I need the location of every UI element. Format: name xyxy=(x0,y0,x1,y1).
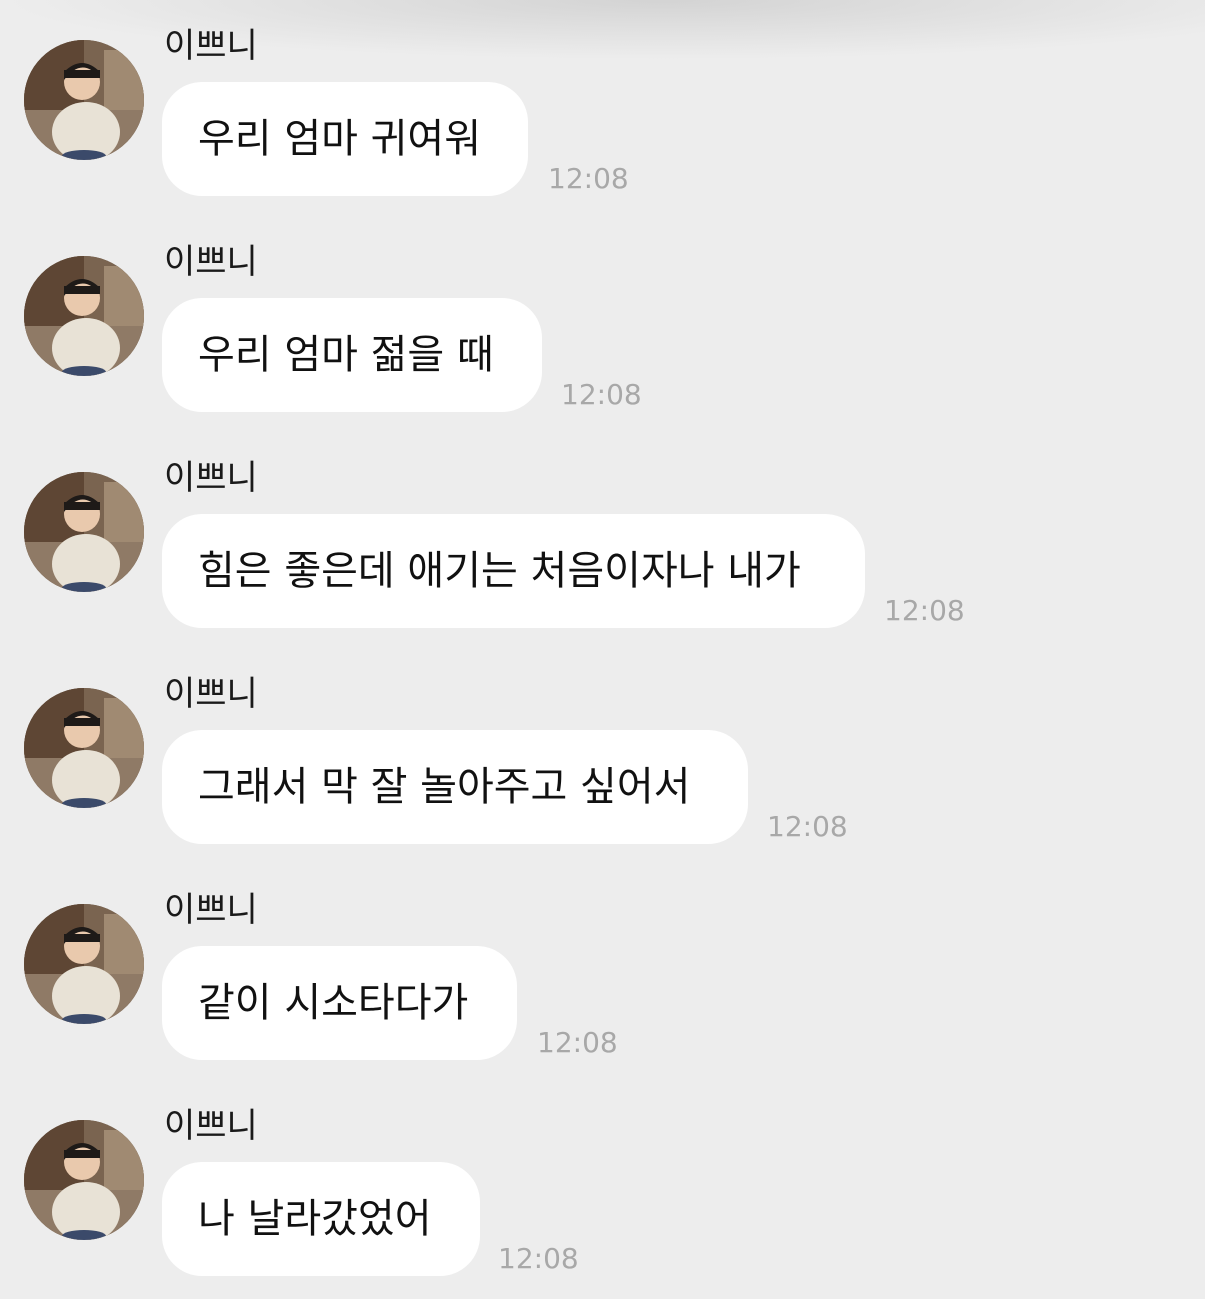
message-text: 힘은 좋은데 애기는 처음이자나 내가 xyxy=(198,548,801,594)
sender-avatar[interactable] xyxy=(24,40,144,160)
avatar-photo xyxy=(24,256,144,376)
message-bubble[interactable]: 같이 시소타다가 xyxy=(162,946,517,1060)
chat-message: 이쁘니 우리 엄마 젊을 때 12:08 xyxy=(0,216,1205,432)
message-timestamp: 12:08 xyxy=(498,1242,579,1275)
chat-message: 이쁘니 같이 시소타다가 12:08 xyxy=(0,864,1205,1080)
chat-message: 이쁘니 우리 엄마 귀여워 12:08 xyxy=(0,0,1205,216)
sender-name: 이쁘니 xyxy=(164,674,258,714)
avatar-photo xyxy=(24,904,144,1024)
message-bubble[interactable]: 힘은 좋은데 애기는 처음이자나 내가 xyxy=(162,514,865,628)
sender-avatar[interactable] xyxy=(24,688,144,808)
message-bubble[interactable]: 그래서 막 잘 놀아주고 싶어서 xyxy=(162,730,748,844)
sender-avatar[interactable] xyxy=(24,904,144,1024)
chat-message: 이쁘니 나 날라갔었어 12:08 xyxy=(0,1080,1205,1296)
sender-name: 이쁘니 xyxy=(164,26,258,66)
avatar-photo xyxy=(24,688,144,808)
message-text: 나 날라갔었어 xyxy=(198,1196,432,1242)
message-bubble[interactable]: 나 날라갔었어 xyxy=(162,1162,480,1276)
sender-avatar[interactable] xyxy=(24,256,144,376)
avatar-photo xyxy=(24,472,144,592)
message-bubble[interactable]: 우리 엄마 젊을 때 xyxy=(162,298,542,412)
message-timestamp: 12:08 xyxy=(561,378,642,411)
chat-message: 이쁘니 힘은 좋은데 애기는 처음이자나 내가 12:08 xyxy=(0,432,1205,648)
message-timestamp: 12:08 xyxy=(767,810,848,843)
message-text: 우리 엄마 젊을 때 xyxy=(198,332,494,378)
sender-avatar[interactable] xyxy=(24,1120,144,1240)
message-timestamp: 12:08 xyxy=(537,1026,618,1059)
message-text: 같이 시소타다가 xyxy=(198,980,469,1026)
sender-avatar[interactable] xyxy=(24,472,144,592)
message-timestamp: 12:08 xyxy=(548,162,629,195)
message-text: 그래서 막 잘 놀아주고 싶어서 xyxy=(198,764,691,810)
sender-name: 이쁘니 xyxy=(164,890,258,930)
sender-name: 이쁘니 xyxy=(164,458,258,498)
sender-name: 이쁘니 xyxy=(164,1106,258,1146)
avatar-photo xyxy=(24,40,144,160)
avatar-photo xyxy=(24,1120,144,1240)
chat-message: 이쁘니 그래서 막 잘 놀아주고 싶어서 12:08 xyxy=(0,648,1205,864)
message-timestamp: 12:08 xyxy=(884,594,965,627)
sender-name: 이쁘니 xyxy=(164,242,258,282)
message-text: 우리 엄마 귀여워 xyxy=(198,116,482,162)
message-bubble[interactable]: 우리 엄마 귀여워 xyxy=(162,82,528,196)
